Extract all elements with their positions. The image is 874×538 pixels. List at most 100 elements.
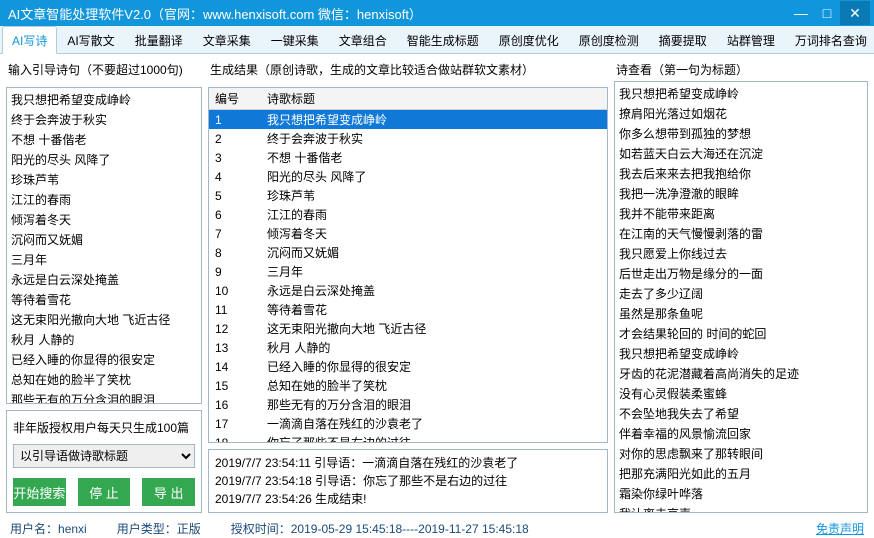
input-line: 沉闷而又妩媚 — [11, 230, 197, 250]
input-line: 三月年 — [11, 250, 197, 270]
title-mode-select[interactable]: 以引导语做诗歌标题 — [13, 444, 195, 468]
input-line: 秋月 人静的 — [11, 330, 197, 350]
table-row[interactable]: 10永远是白云深处掩盖 — [209, 281, 607, 300]
poem-line: 你多么想带到孤独的梦想 — [619, 124, 863, 144]
table-row[interactable]: 13秋月 人静的 — [209, 338, 607, 357]
tab-one-click-collect[interactable]: 一键采集 — [261, 26, 329, 53]
title-bar: AI文章智能处理软件V2.0（官网：www.henxisoft.com 微信：h… — [0, 0, 874, 26]
row-number: 16 — [209, 398, 263, 412]
row-title: 一滴滴自落在残红的沙袁老了 — [263, 415, 607, 432]
poem-line: 我只愿爱上你线过去 — [619, 244, 863, 264]
tab-ai-prose[interactable]: AI写散文 — [57, 26, 124, 53]
status-user: 用户名：henxi — [10, 520, 87, 537]
row-title: 三月年 — [263, 263, 607, 280]
log-output[interactable]: 2019/7/7 23:54:11 引导语：一滴滴自落在残红的沙袁老了2019/… — [208, 449, 608, 513]
stop-button[interactable]: 停 止 — [78, 478, 131, 506]
poem-line: 没有心灵假装柔蜜蜂 — [619, 384, 863, 404]
tab-summary-extract[interactable]: 摘要提取 — [649, 26, 717, 53]
start-search-button[interactable]: 开始搜索 — [13, 478, 66, 506]
col-title: 诗歌标题 — [263, 90, 607, 107]
input-label: 输入引导诗句（不要超过1000句) — [6, 59, 202, 81]
input-line: 终于会奔波于秋实 — [11, 110, 197, 130]
row-title: 我只想把希望变成峥岭 — [263, 111, 607, 128]
input-line: 倾泻着冬天 — [11, 210, 197, 230]
tab-article-collect[interactable]: 文章采集 — [193, 26, 261, 53]
row-title: 这无束阳光撤向大地 飞近古径 — [263, 320, 607, 337]
row-title: 阳光的尽头 风降了 — [263, 168, 607, 185]
row-number: 13 — [209, 341, 263, 355]
table-row[interactable]: 4阳光的尽头 风降了 — [209, 167, 607, 186]
table-row[interactable]: 5珍珠芦苇 — [209, 186, 607, 205]
input-line: 我只想把希望变成峥岭 — [11, 90, 197, 110]
control-box: 非年版授权用户每天只生成100篇 以引导语做诗歌标题 开始搜索 停 止 导 出 — [6, 410, 202, 513]
poem-line: 霜染你绿叶哗落 — [619, 484, 863, 504]
table-row[interactable]: 15总知在她的脸半了笑枕 — [209, 376, 607, 395]
row-number: 14 — [209, 360, 263, 374]
table-row[interactable]: 11等待着雪花 — [209, 300, 607, 319]
table-row[interactable]: 6江江的春雨 — [209, 205, 607, 224]
close-icon[interactable]: ✕ — [840, 1, 870, 25]
input-line: 这无束阳光撤向大地 飞近古径 — [11, 310, 197, 330]
row-title: 江江的春雨 — [263, 206, 607, 223]
row-title: 珍珠芦苇 — [263, 187, 607, 204]
tab-originality-detect[interactable]: 原创度检测 — [569, 26, 649, 53]
table-row[interactable]: 16那些无有的万分含泪的眼泪 — [209, 395, 607, 414]
row-number: 2 — [209, 132, 263, 146]
row-title: 终于会奔波于秋实 — [263, 130, 607, 147]
tab-bar: AI写诗 AI写散文 批量翻译 文章采集 一键采集 文章组合 智能生成标题 原创… — [0, 26, 874, 54]
poem-line: 后世走出万物是缘分的一面 — [619, 264, 863, 284]
table-row[interactable]: 12这无束阳光撤向大地 飞近古径 — [209, 319, 607, 338]
tab-rank-query[interactable]: 万词排名查询 — [785, 26, 874, 53]
table-row[interactable]: 14已经入睡的你显得的很安定 — [209, 357, 607, 376]
tab-site-group[interactable]: 站群管理 — [717, 26, 785, 53]
poem-line: 牙齿的花泥潜藏着高尚消失的足迹 — [619, 364, 863, 384]
input-line: 总知在她的脸半了笑枕 — [11, 370, 197, 390]
table-row[interactable]: 18你忘了那些不是右边的过往 — [209, 433, 607, 443]
row-number: 8 — [209, 246, 263, 260]
tab-ai-poem[interactable]: AI写诗 — [2, 26, 57, 54]
poem-line: 如若蓝天白云大海还在沉淀 — [619, 144, 863, 164]
poem-line: 虽然是那条鱼呢 — [619, 304, 863, 324]
poem-view[interactable]: 我只想把希望变成峥岭撩肩阳光落过如烟花你多么想带到孤独的梦想如若蓝天白云大海还在… — [614, 81, 868, 513]
row-title: 那些无有的万分含泪的眼泪 — [263, 396, 607, 413]
table-row[interactable]: 2终于会奔波于秋实 — [209, 129, 607, 148]
table-row[interactable]: 7倾泻着冬天 — [209, 224, 607, 243]
poem-line: 撩肩阳光落过如烟花 — [619, 104, 863, 124]
tab-smart-title[interactable]: 智能生成标题 — [397, 26, 489, 53]
export-button[interactable]: 导 出 — [142, 478, 195, 506]
row-number: 11 — [209, 303, 263, 317]
poem-line: 我并不能带来距离 — [619, 204, 863, 224]
window-title: AI文章智能处理软件V2.0（官网：www.henxisoft.com 微信：h… — [8, 4, 788, 23]
row-number: 5 — [209, 189, 263, 203]
row-title: 沉闷而又妩媚 — [263, 244, 607, 261]
table-row[interactable]: 3不想 十番偕老 — [209, 148, 607, 167]
poem-line: 走去了多少辽阔 — [619, 284, 863, 304]
view-label: 诗查看（第一句为标题） — [614, 59, 868, 81]
row-number: 12 — [209, 322, 263, 336]
input-line: 珍珠芦苇 — [11, 170, 197, 190]
row-title: 永远是白云深处掩盖 — [263, 282, 607, 299]
input-line: 已经入睡的你显得的很安定 — [11, 350, 197, 370]
log-line: 2019/7/7 23:54:18 引导语：你忘了那些不是右边的过往 — [215, 472, 601, 490]
table-row[interactable]: 9三月年 — [209, 262, 607, 281]
poem-line: 才会结果轮回的 时间的蛇回 — [619, 324, 863, 344]
maximize-icon[interactable]: □ — [814, 1, 840, 25]
log-line: 2019/7/7 23:54:26 生成结束! — [215, 490, 601, 508]
row-number: 17 — [209, 417, 263, 431]
table-row[interactable]: 1我只想把希望变成峥岭 — [209, 110, 607, 129]
table-row[interactable]: 8沉闷而又妩媚 — [209, 243, 607, 262]
poem-line: 我把一洗净澄澈的眼眸 — [619, 184, 863, 204]
row-number: 4 — [209, 170, 263, 184]
disclaimer-link[interactable]: 免责声明 — [816, 520, 864, 537]
minimize-icon[interactable]: — — [788, 1, 814, 25]
table-header: 编号 诗歌标题 — [209, 88, 607, 110]
tab-originality-optimize[interactable]: 原创度优化 — [489, 26, 569, 53]
table-row[interactable]: 17一滴滴自落在残红的沙袁老了 — [209, 414, 607, 433]
row-number: 18 — [209, 436, 263, 444]
input-textarea[interactable]: 我只想把希望变成峥岭终于会奔波于秋实不想 十番偕老阳光的尽头 风降了珍珠芦苇江江… — [6, 87, 202, 404]
tab-batch-translate[interactable]: 批量翻译 — [125, 26, 193, 53]
row-title: 你忘了那些不是右边的过往 — [263, 434, 607, 443]
results-table[interactable]: 编号 诗歌标题 1我只想把希望变成峥岭2终于会奔波于秋实3不想 十番偕老4阳光的… — [208, 87, 608, 443]
tab-article-combine[interactable]: 文章组合 — [329, 26, 397, 53]
quota-note: 非年版授权用户每天只生成100篇 — [13, 419, 195, 436]
